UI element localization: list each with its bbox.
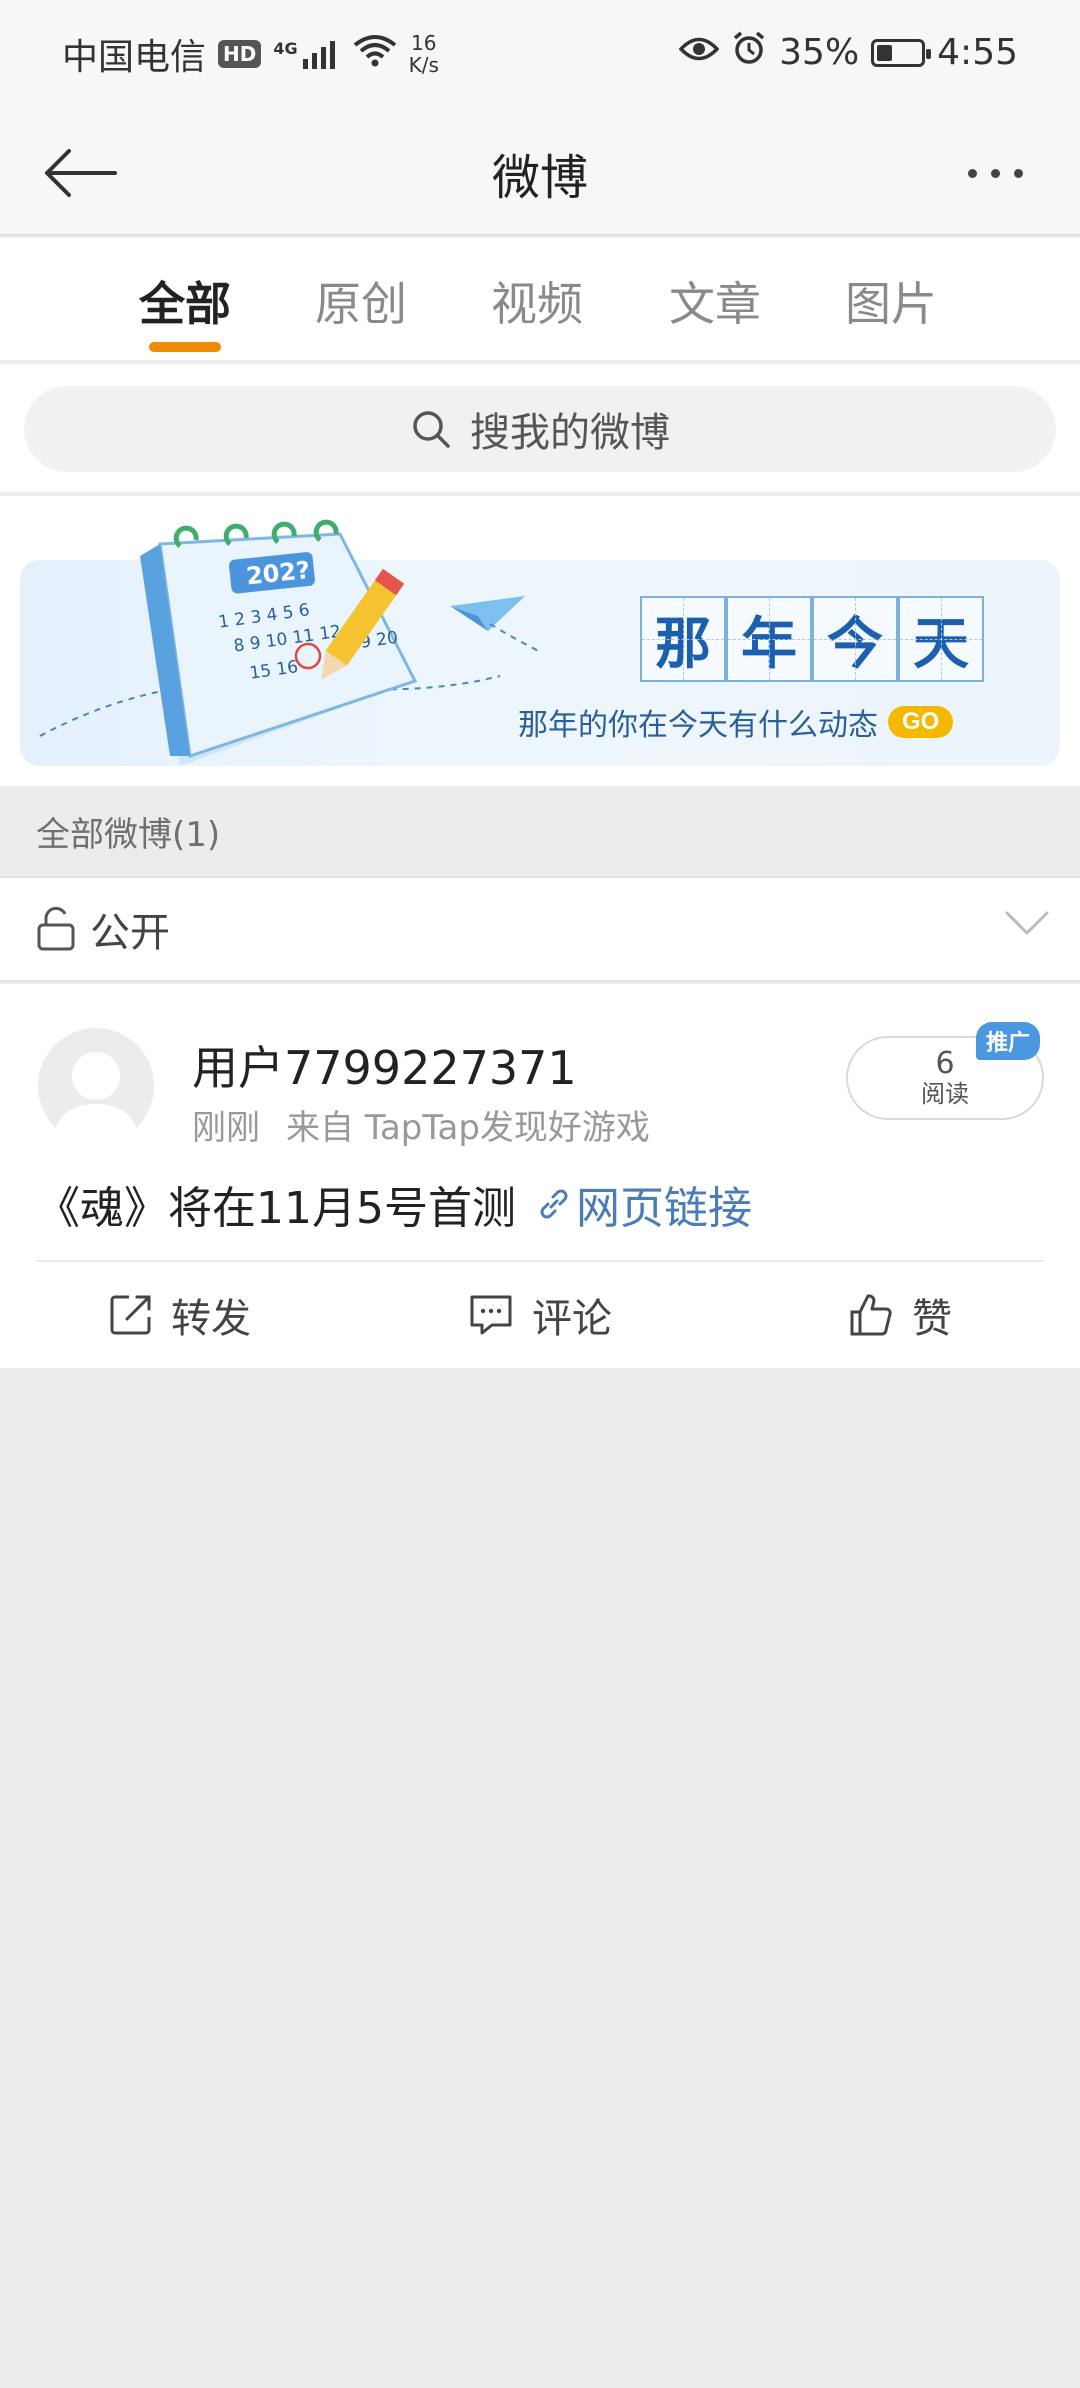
dot-icon — [967, 168, 977, 178]
dot-icon — [1013, 168, 1023, 178]
read-count: 6 — [935, 1046, 955, 1081]
search-icon — [413, 411, 450, 448]
posts-count-header: 全部微博(1) — [0, 786, 1080, 876]
battery-icon — [871, 38, 932, 67]
banner-title-char: 那 — [640, 596, 726, 682]
calendar-illustration: 202? 1 2 3 4 5 6 8 9 10 11 12 15 16 19 2… — [39, 519, 540, 766]
speed-unit: K/s — [408, 53, 439, 77]
like-label: 赞 — [912, 1296, 952, 1342]
post-content: 《魂》将在11月5号首测 网页链接 — [36, 1172, 752, 1236]
banner-title-char: 今 — [812, 596, 898, 682]
page-title: 微博 — [491, 150, 588, 206]
post-actions: 转发 评论 赞 — [0, 1262, 1080, 1368]
repost-icon — [110, 1295, 151, 1335]
comment-label: 评论 — [532, 1296, 612, 1342]
battery-fill — [877, 44, 893, 61]
chevron-down-icon — [1005, 911, 1049, 935]
alarm-icon — [731, 30, 767, 75]
tab-original[interactable]: 原创 — [296, 268, 426, 334]
search-section: 搜我的微博 — [0, 364, 1080, 494]
avatar[interactable] — [38, 1028, 154, 1144]
visibility-filter[interactable]: 公开 — [0, 876, 1080, 982]
post-meta: 刚刚 来自 TapTap发现好游戏 — [192, 1100, 650, 1149]
carrier-name: 中国电信 — [62, 37, 207, 78]
go-button[interactable]: GO — [888, 706, 954, 738]
banner-subtitle-text: 那年的你在今天有什么动态 — [518, 708, 878, 743]
default-avatar-icon — [52, 1052, 140, 1144]
banner-section: 202? 1 2 3 4 5 6 8 9 10 11 12 15 16 19 2… — [0, 496, 1080, 786]
post-source: 来自 TapTap发现好游戏 — [286, 1108, 650, 1148]
eye-icon — [678, 32, 720, 73]
nav-bar: 微博 — [0, 108, 1080, 236]
more-options-button[interactable] — [950, 138, 1040, 208]
status-right: 35% 4:55 — [678, 30, 1018, 75]
web-link-label: 网页链接 — [575, 1183, 752, 1234]
post-text: 《魂》将在11月5号首测 — [36, 1183, 516, 1234]
tab-article[interactable]: 文章 — [650, 268, 780, 334]
comment-button[interactable]: 评论 — [360, 1262, 720, 1368]
filter-tabs: 全部 原创 视频 文章 图片 — [0, 238, 1080, 362]
banner-title-char: 天 — [898, 596, 984, 682]
like-button[interactable]: 赞 — [720, 1262, 1080, 1368]
web-link[interactable]: 网页链接 — [536, 1172, 752, 1236]
read-label: 阅读 — [921, 1080, 969, 1108]
promote-badge[interactable]: 推广 — [976, 1022, 1041, 1060]
visibility-label: 公开 — [90, 910, 170, 956]
unlock-icon — [37, 907, 75, 951]
tab-video[interactable]: 视频 — [472, 268, 602, 334]
network-speed: 16 K/s — [409, 32, 439, 76]
banner-title-char: 年 — [726, 596, 812, 682]
status-left: 中国电信 HD 4G 16 K/s — [62, 28, 439, 80]
hd-badge: HD — [218, 40, 262, 68]
comment-icon — [470, 1295, 512, 1335]
repost-button[interactable]: 转发 — [0, 1262, 360, 1368]
network-type: 4G — [273, 39, 298, 58]
banner-subtitle: 那年的你在今天有什么动态 GO — [518, 700, 954, 744]
post-username[interactable]: 用户7799227371 — [192, 1032, 577, 1098]
wifi-icon — [353, 33, 397, 76]
clock: 4:55 — [937, 32, 1018, 73]
weibo-post[interactable]: 用户7799227371 刚刚 来自 TapTap发现好游戏 6 阅读 推广 《… — [0, 984, 1080, 1368]
post-time: 刚刚 — [192, 1108, 260, 1148]
battery-percent: 35% — [779, 32, 860, 73]
active-tab-indicator — [149, 342, 221, 352]
thumbs-up-icon — [850, 1294, 892, 1336]
status-bar: 中国电信 HD 4G 16 K/s 35% 4:55 — [0, 0, 1080, 108]
tab-all[interactable]: 全部 — [120, 268, 250, 334]
signal-icon: 4G — [273, 39, 340, 69]
tab-picture[interactable]: 图片 — [826, 268, 956, 334]
link-icon — [540, 1189, 568, 1219]
banner-title: 那 年 今 天 — [640, 596, 984, 682]
search-input[interactable]: 搜我的微博 — [24, 386, 1056, 472]
repost-label: 转发 — [171, 1296, 251, 1342]
dot-icon — [990, 168, 1000, 178]
on-this-day-banner[interactable]: 202? 1 2 3 4 5 6 8 9 10 11 12 15 16 19 2… — [20, 519, 1060, 766]
search-placeholder: 搜我的微博 — [470, 410, 670, 456]
speed-value: 16 — [411, 31, 437, 55]
